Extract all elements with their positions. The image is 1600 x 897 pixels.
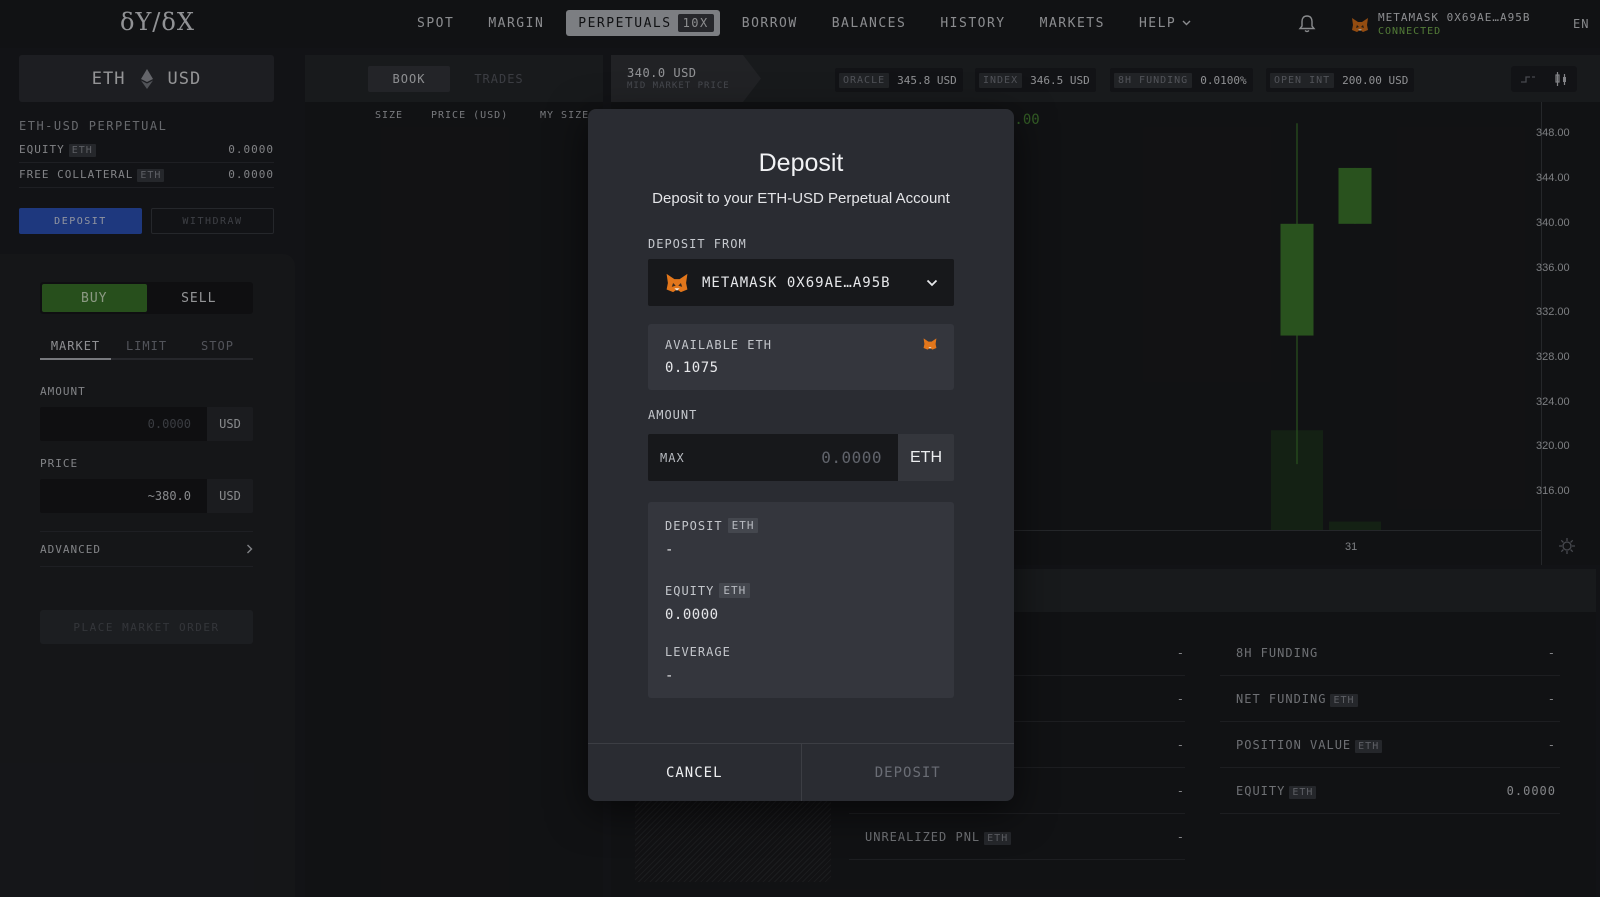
summary-equity-tag: ETH: [719, 583, 751, 598]
summary-leverage-label: LEVERAGE: [665, 645, 731, 659]
metamask-fox-icon: [666, 273, 688, 292]
summary-deposit-label: DEPOSIT: [665, 518, 723, 533]
deposit-summary-box: DEPOSIT ETH - EQUITY ETH 0.0000 LEVERAGE -: [648, 502, 954, 698]
available-value: 0.1075: [665, 360, 719, 376]
deposit-from-value: METAMASK 0X69AE…A95B: [702, 274, 891, 291]
deposit-from-select[interactable]: METAMASK 0X69AE…A95B: [648, 259, 954, 306]
summary-equity-value: 0.0000: [665, 607, 719, 623]
deposit-amount-placeholder: 0.0000: [821, 448, 882, 467]
available-balance-box: AVAILABLE ETH 0.1075: [648, 324, 954, 390]
summary-equity-label: EQUITY: [665, 583, 715, 598]
confirm-deposit-button[interactable]: DEPOSIT: [802, 744, 1015, 801]
deposit-amount-field: MAX 0.0000 ETH: [648, 434, 954, 481]
max-button[interactable]: MAX: [660, 451, 685, 465]
modal-subtitle: Deposit to your ETH-USD Perpetual Accoun…: [652, 190, 950, 207]
deposit-amount-unit: ETH: [898, 434, 954, 481]
deposit-from-label: DEPOSIT FROM: [648, 237, 747, 251]
summary-equity-label-row: EQUITY ETH: [665, 583, 751, 598]
metamask-fox-icon: [923, 338, 937, 350]
deposit-modal: Deposit Deposit to your ETH-USD Perpetua…: [588, 109, 1014, 801]
modal-title: Deposit: [758, 149, 844, 177]
summary-deposit-value: -: [665, 542, 674, 558]
available-label: AVAILABLE ETH: [665, 338, 772, 352]
chevron-down-icon: [926, 279, 938, 286]
summary-deposit-tag: ETH: [727, 518, 759, 533]
summary-leverage-value: -: [665, 668, 674, 684]
modal-footer: CANCEL DEPOSIT: [588, 743, 1014, 801]
deposit-amount-input[interactable]: MAX 0.0000: [648, 434, 898, 481]
summary-deposit-label-row: DEPOSIT ETH: [665, 518, 759, 533]
modal-amount-label: AMOUNT: [648, 408, 698, 422]
cancel-button[interactable]: CANCEL: [588, 744, 802, 801]
